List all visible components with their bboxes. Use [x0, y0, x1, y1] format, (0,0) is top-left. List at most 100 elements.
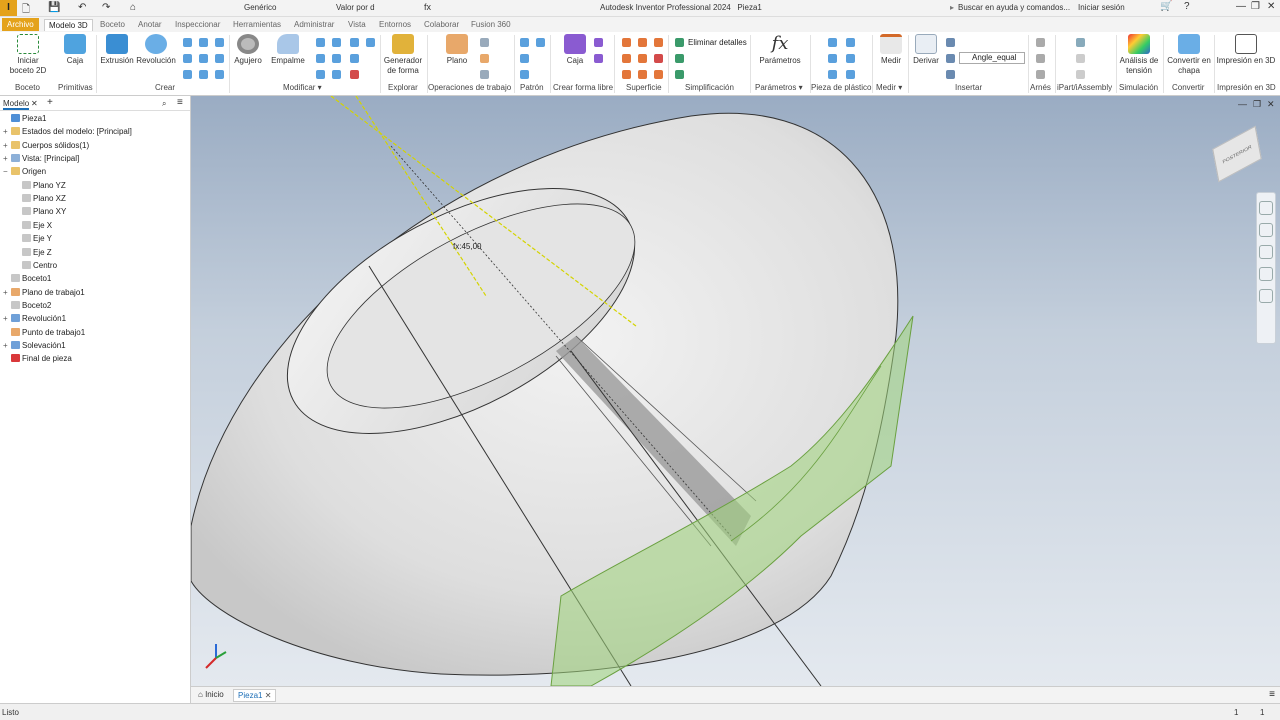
- 3d-model-view[interactable]: [191, 96, 1280, 686]
- start-sketch-button[interactable]: Iniciar boceto 2D: [6, 34, 50, 76]
- split-icon[interactable]: [366, 38, 375, 47]
- freeform-edit-icon[interactable]: [594, 38, 603, 47]
- hole-button[interactable]: Agujero: [232, 34, 264, 66]
- fillet-button[interactable]: Empalme: [268, 34, 308, 66]
- look-at-icon[interactable]: [1259, 289, 1273, 303]
- sweep-icon[interactable]: [199, 38, 208, 47]
- parameters-button[interactable]: fx Parámetros: [755, 34, 805, 66]
- lip-icon[interactable]: [846, 54, 855, 63]
- draft-icon[interactable]: [332, 38, 341, 47]
- direct-edit-icon[interactable]: [350, 54, 359, 63]
- help-icon[interactable]: ?: [1184, 1, 1190, 12]
- angle-dimension-label[interactable]: fx:45,00: [453, 242, 481, 251]
- harness-wire-icon[interactable]: [1036, 54, 1045, 63]
- browser-tab-model[interactable]: Modelo: [3, 99, 30, 110]
- viewport-restore-icon[interactable]: ❐: [1253, 99, 1261, 110]
- undo-icon[interactable]: ↶: [78, 2, 86, 13]
- decal-icon[interactable]: [183, 70, 192, 79]
- tree-item[interactable]: Punto de trabajo1: [3, 327, 85, 339]
- tree-item[interactable]: + Plano de trabajo1: [3, 287, 85, 299]
- replace-face-icon[interactable]: [332, 70, 341, 79]
- tree-item[interactable]: + Solevación1: [3, 340, 66, 352]
- unwrap-icon[interactable]: [215, 70, 224, 79]
- ipart-edit-icon[interactable]: [1076, 70, 1085, 79]
- orbit-icon[interactable]: [1259, 267, 1273, 281]
- tab-inspect[interactable]: Inspeccionar: [171, 19, 224, 30]
- snap-fit-icon[interactable]: [828, 70, 837, 79]
- shape-generator-button[interactable]: Generador de forma: [382, 34, 424, 76]
- import-cad-icon[interactable]: [946, 54, 955, 63]
- box-primitive-button[interactable]: Caja: [58, 34, 92, 66]
- viewport-close-icon[interactable]: ✕: [1267, 99, 1275, 110]
- sculpt-icon[interactable]: [638, 54, 647, 63]
- sketch-pattern-icon[interactable]: [520, 70, 529, 79]
- derive-button[interactable]: Derivar: [912, 34, 940, 66]
- convert-sheetmetal-button[interactable]: Convertir en chapa: [1165, 34, 1213, 76]
- panel-parameters[interactable]: Parámetros ▾: [755, 83, 803, 92]
- steering-wheel-icon[interactable]: [1259, 201, 1273, 215]
- tree-item[interactable]: − Origen: [3, 166, 46, 178]
- delete-surface-icon[interactable]: [654, 54, 663, 63]
- tree-item[interactable]: + Estados del modelo: [Principal]: [3, 126, 132, 138]
- browser-search-icon[interactable]: ⌕: [162, 99, 166, 109]
- stitch-icon[interactable]: [622, 54, 631, 63]
- loft-icon[interactable]: [183, 38, 192, 47]
- grill-icon[interactable]: [828, 54, 837, 63]
- place-part-icon[interactable]: [946, 38, 955, 47]
- zoom-icon[interactable]: [1259, 245, 1273, 259]
- harness-icon[interactable]: [1036, 38, 1045, 47]
- tab-home[interactable]: ⌂ Inicio: [194, 689, 228, 700]
- tree-expander-icon[interactable]: +: [3, 287, 11, 299]
- tab-sketch[interactable]: Boceto: [96, 19, 129, 30]
- tree-item[interactable]: + Cuerpos sólidos(1): [3, 140, 89, 152]
- tree-item[interactable]: Boceto2: [3, 300, 51, 312]
- ruled-surface-icon[interactable]: [622, 70, 631, 79]
- boss-icon[interactable]: [846, 38, 855, 47]
- angle-equal-select[interactable]: Angle_equal: [959, 52, 1025, 64]
- attach-icon[interactable]: [946, 70, 955, 79]
- material-select[interactable]: Valor por d: [336, 3, 375, 12]
- rectangular-pattern-icon[interactable]: [520, 38, 529, 47]
- tab-view[interactable]: Vista: [344, 19, 370, 30]
- stress-analysis-button[interactable]: Análisis de tensión: [1118, 34, 1160, 76]
- save-icon[interactable]: 💾: [48, 2, 60, 13]
- app-logo[interactable]: I: [0, 0, 17, 16]
- graphics-viewport[interactable]: fx:45,00 POSTERIOR — ❐ ✕: [191, 96, 1280, 686]
- add-browser-tab-icon[interactable]: +: [47, 97, 53, 108]
- shrinkwrap-icon[interactable]: [675, 54, 684, 63]
- tree-item[interactable]: + Vista: [Principal]: [3, 153, 79, 165]
- patch-icon[interactable]: [622, 38, 631, 47]
- remove-details-icon[interactable]: [675, 38, 684, 47]
- restore-icon[interactable]: ❐: [1251, 1, 1260, 12]
- thread-icon[interactable]: [350, 38, 359, 47]
- circular-pattern-icon[interactable]: [536, 38, 545, 47]
- rib-icon[interactable]: [215, 38, 224, 47]
- tree-item[interactable]: Eje Z: [14, 247, 52, 259]
- tree-item[interactable]: Eje Y: [14, 233, 52, 245]
- work-point-icon[interactable]: [480, 54, 489, 63]
- work-axis-icon[interactable]: [480, 38, 489, 47]
- mirror-icon[interactable]: [520, 54, 529, 63]
- tab-fusion360[interactable]: Fusion 360: [467, 19, 515, 30]
- extend-icon[interactable]: [654, 38, 663, 47]
- close-icon[interactable]: ✕: [1267, 1, 1275, 12]
- viewport-minimize-icon[interactable]: —: [1238, 99, 1247, 109]
- fx-icon[interactable]: fx: [424, 2, 431, 12]
- freeform-box-button[interactable]: Caja: [560, 34, 590, 66]
- cart-icon[interactable]: 🛒: [1160, 1, 1172, 12]
- derive-icon[interactable]: [215, 54, 224, 63]
- minimize-icon[interactable]: —: [1236, 1, 1246, 12]
- combine-icon[interactable]: [316, 54, 325, 63]
- iassembly-icon[interactable]: [1076, 54, 1085, 63]
- repair-icon[interactable]: [654, 70, 663, 79]
- thicken-icon[interactable]: [332, 54, 341, 63]
- tree-expander-icon[interactable]: +: [3, 313, 11, 325]
- trim-icon[interactable]: [638, 38, 647, 47]
- panel-measure[interactable]: Medir ▾: [876, 83, 902, 92]
- freeform-convert-icon[interactable]: [594, 54, 603, 63]
- rule-fillet-icon[interactable]: [828, 38, 837, 47]
- redo-icon[interactable]: ↷: [102, 2, 110, 13]
- remove-details-button[interactable]: Eliminar detalles: [688, 38, 747, 47]
- ipart-icon[interactable]: [1076, 38, 1085, 47]
- appearance-select[interactable]: Genérico: [244, 3, 276, 12]
